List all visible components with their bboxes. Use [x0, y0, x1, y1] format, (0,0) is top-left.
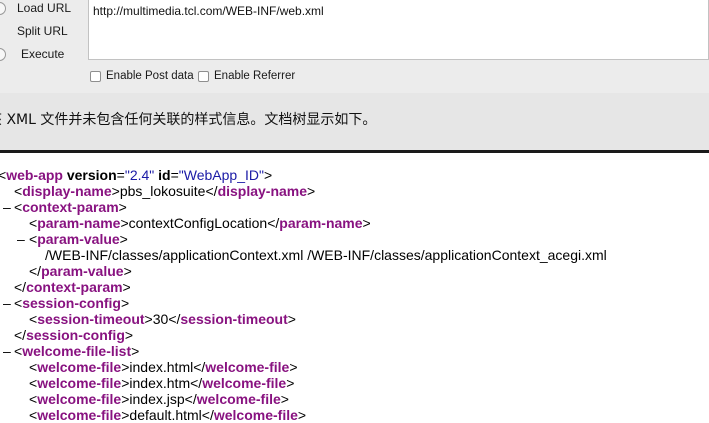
xml-text: contextConfigLocation: [128, 215, 268, 231]
xml-tag: welcome-file: [213, 407, 298, 423]
xml-attr-name: id: [158, 167, 171, 183]
xml-tag: display-name: [217, 183, 308, 199]
xml-param-name: <param-name>contextConfigLocation</param…: [29, 215, 371, 231]
toolbar: Load URL Split URL Execute http://multim…: [0, 0, 709, 93]
notice-divider: [0, 150, 709, 153]
xml-attr-value: "WebApp_ID": [178, 167, 264, 183]
xml-welcome-file-list-open: <welcome-file-list>: [14, 343, 140, 359]
xml-text: 30: [152, 311, 169, 327]
xml-tag: welcome-file: [37, 391, 122, 407]
enable-referrer-checkbox[interactable]: [198, 70, 209, 82]
load-url-label: Load URL: [17, 1, 72, 15]
xml-tag: welcome-file-list: [22, 343, 132, 359]
enable-referrer-option[interactable]: Enable Referrer: [198, 70, 295, 82]
enable-post-checkbox[interactable]: [90, 70, 101, 82]
xml-param-value-close: </param-value>: [29, 263, 132, 279]
xml-tag: session-config: [26, 327, 125, 343]
notice-text: 该 XML 文件并未包含任何关联的样式信息。文档树显示如下。: [0, 112, 377, 128]
xml-session-config-close: </session-config>: [14, 327, 134, 343]
execute-radio-icon: [0, 47, 6, 61]
xml-session-config-open: <session-config>: [14, 295, 130, 311]
xml-root-open: <web-app version="2.4" id="WebApp_ID">: [0, 167, 273, 183]
xml-tag: context-param: [22, 199, 119, 215]
xml-attr-value: "2.4": [124, 167, 155, 183]
xml-tag: param-value: [37, 231, 120, 247]
xml-tag: welcome-file: [205, 359, 290, 375]
xml-tag: param-name: [37, 215, 121, 231]
xml-text: index.jsp: [129, 391, 185, 407]
xml-attr-name: version: [66, 167, 117, 183]
xml-tag: welcome-file: [37, 359, 122, 375]
xml-tag: session-config: [22, 295, 121, 311]
split-url-button[interactable]: Split URL: [0, 20, 86, 42]
enable-post-label: Enable Post data: [106, 70, 194, 82]
xml-tag: welcome-file: [196, 391, 281, 407]
xml-welcome-file: <welcome-file>default.html</welcome-file…: [29, 407, 307, 423]
url-input[interactable]: http://multimedia.tcl.com/WEB-INF/web.xm…: [88, 0, 709, 60]
load-url-button[interactable]: Load URL: [0, 0, 86, 19]
collapse-toggle-icon[interactable]: –: [3, 199, 11, 215]
xml-display-name: <display-name>pbs_lokosuite</display-nam…: [14, 183, 316, 199]
xml-text: index.htm: [129, 375, 191, 391]
xml-context-param-open: <context-param>: [14, 199, 127, 215]
xml-text: pbs_lokosuite: [119, 183, 206, 199]
collapse-toggle-icon[interactable]: –: [3, 295, 11, 311]
xml-text: default.html: [129, 407, 202, 423]
xml-style-notice: 该 XML 文件并未包含任何关联的样式信息。文档树显示如下。: [0, 93, 709, 150]
collapse-toggle-icon[interactable]: –: [3, 343, 11, 359]
xml-session-timeout: <session-timeout>30</session-timeout>: [29, 311, 296, 327]
execute-button[interactable]: Execute: [0, 43, 86, 65]
xml-welcome-file: <welcome-file>index.htm</welcome-file>: [29, 375, 295, 391]
xml-text: index.html: [129, 359, 194, 375]
xml-tag: param-name: [279, 215, 363, 231]
execute-label: Execute: [21, 47, 65, 61]
xml-param-value-text: /WEB-INF/classes/applicationContext.xml …: [45, 247, 607, 263]
enable-post-option[interactable]: Enable Post data: [90, 70, 194, 82]
load-url-radio-icon: [0, 1, 6, 15]
enable-referrer-label: Enable Referrer: [214, 70, 296, 82]
xml-context-param-close: </context-param>: [14, 279, 131, 295]
xml-param-value-open: <param-value>: [29, 231, 128, 247]
xml-tag: welcome-file: [37, 407, 122, 423]
xml-tag: welcome-file: [202, 375, 287, 391]
collapse-toggle-icon[interactable]: –: [17, 231, 25, 247]
split-url-label: Split URL: [17, 24, 68, 38]
xml-welcome-file: <welcome-file>index.jsp</welcome-file>: [29, 391, 289, 407]
xml-tag: session-timeout: [180, 311, 288, 327]
xml-tag: welcome-file: [37, 375, 122, 391]
xml-tag: session-timeout: [37, 311, 145, 327]
xml-welcome-file: <welcome-file>index.html</welcome-file>: [29, 359, 298, 375]
xml-tag: param-value: [41, 263, 124, 279]
xml-tag: context-param: [26, 279, 123, 295]
xml-tag: web-app: [6, 167, 63, 183]
xml-tag: display-name: [22, 183, 112, 199]
